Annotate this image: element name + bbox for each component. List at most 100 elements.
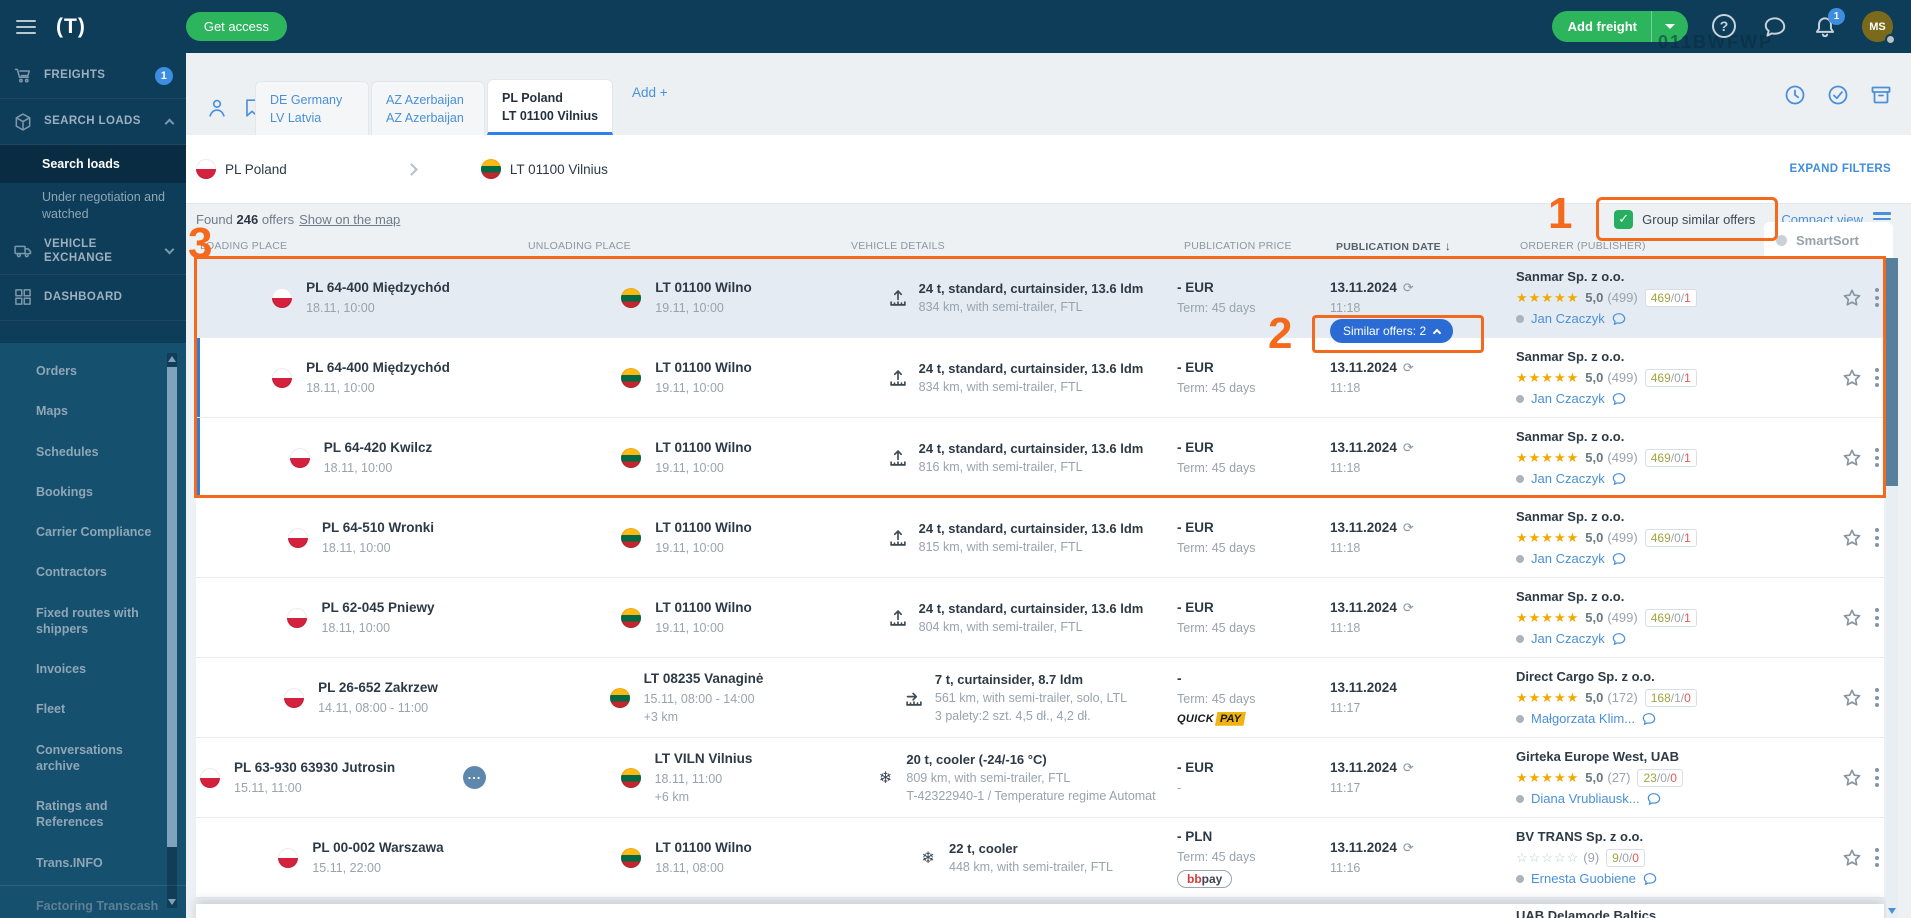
scroll-up-icon[interactable]: [168, 356, 176, 362]
button-divider: [1651, 11, 1652, 42]
checkbox-checked-icon[interactable]: ✓: [1614, 210, 1633, 229]
menu-icon[interactable]: [16, 16, 36, 38]
tab-de-germany[interactable]: DE GermanyLV Latvia: [255, 81, 369, 135]
offer-row[interactable]: PL 63-930 63930 Jutrosin15.11, 11:00...L…: [196, 738, 1884, 818]
table-scrollbar-thumb[interactable]: [1886, 258, 1898, 486]
favorite-star-icon[interactable]: [1841, 847, 1863, 869]
offer-row[interactable]: PL 64-420 Kwilcz18.11, 10:00LT 01100 Wil…: [196, 418, 1884, 498]
sidebar-section-freights[interactable]: FREIGHTS1: [0, 53, 186, 99]
offer-row[interactable]: PL 64-400 Międzychód18.11, 10:00LT 01100…: [196, 338, 1884, 418]
sidebar-item-invoices[interactable]: Invoices: [0, 649, 186, 689]
sidebar-item-bookings[interactable]: Bookings: [0, 472, 186, 512]
chevron-down-icon[interactable]: [1665, 24, 1675, 29]
sidebar-item-maps[interactable]: Maps: [0, 391, 186, 431]
publication-cell: 13.11.2024⟳11:18: [1330, 338, 1516, 417]
chat-icon[interactable]: [1611, 631, 1627, 647]
contact-link[interactable]: Diana Vrubliausk...: [1531, 791, 1640, 806]
check-circle-icon[interactable]: [1826, 83, 1850, 107]
add-tab-button[interactable]: Add +: [632, 85, 668, 100]
sidebar-item-schedules[interactable]: Schedules: [0, 432, 186, 472]
contact-link[interactable]: Jan Czaczyk: [1531, 311, 1605, 326]
publication-date: 13.11.2024⟳: [1330, 758, 1516, 778]
contact-link[interactable]: Ernesta Guobiene: [1531, 871, 1636, 886]
avatar[interactable]: MS: [1862, 11, 1893, 42]
sidebar-item-conversations-archive[interactable]: Conversations archive: [0, 730, 186, 787]
sidebar-section-vehicle-exchange[interactable]: VEHICLE EXCHANGE: [0, 229, 186, 275]
offer-row[interactable]: PL 62-045 Pniewy18.11, 10:00LT 01100 Wil…: [196, 578, 1884, 658]
sidebar-item-fixed-routes-with-shippers[interactable]: Fixed routes with shippers: [0, 593, 186, 650]
sidebar-scrollbar-thumb[interactable]: [167, 367, 177, 847]
contact-link[interactable]: Jan Czaczyk: [1531, 631, 1605, 646]
partial-offer-row[interactable]: UAB Delamode Baltics: [196, 904, 1884, 918]
smartsort-toggle[interactable]: SmartSort: [1764, 222, 1893, 258]
route-to[interactable]: LT 01100 Vilnius: [481, 159, 608, 179]
contact-link[interactable]: Małgorzata Klim...: [1531, 711, 1635, 726]
chat-icon[interactable]: [1646, 791, 1662, 807]
sidebar-item-factoring-transcash[interactable]: Factoring Transcash: [0, 886, 186, 918]
sidebar-item-contractors[interactable]: Contractors: [0, 552, 186, 592]
favorite-star-icon[interactable]: [1841, 527, 1863, 549]
contact-link[interactable]: Jan Czaczyk: [1531, 471, 1605, 486]
unloading-date: 19.11, 10:00: [655, 539, 751, 557]
sidebar-scrollbar[interactable]: [167, 353, 177, 908]
similar-offers-button[interactable]: Similar offers: 2: [1330, 319, 1453, 343]
sort-desc-icon[interactable]: ↓: [1445, 239, 1451, 253]
chat-icon[interactable]: [1642, 871, 1658, 887]
table-scrollbar[interactable]: [1886, 258, 1898, 918]
tab-pl-poland[interactable]: PL PolandLT 01100 Vilnius: [487, 79, 613, 135]
favorite-star-icon[interactable]: [1841, 367, 1863, 389]
sidebar-item-search-loads[interactable]: Search loads: [0, 145, 186, 183]
sidebar-item-orders[interactable]: Orders: [0, 351, 186, 391]
show-on-map-link[interactable]: Show on the map: [299, 212, 400, 227]
contact-link[interactable]: Jan Czaczyk: [1531, 551, 1605, 566]
expand-filters-link[interactable]: EXPAND FILTERS: [1789, 163, 1891, 175]
favorite-star-icon[interactable]: [1841, 287, 1863, 309]
messages-icon[interactable]: [1762, 14, 1788, 40]
publication-cell: 13.11.2024⟳11:16: [1330, 818, 1516, 897]
sidebar-item-ratings-and-references[interactable]: Ratings and References: [0, 786, 186, 843]
sidebar-section-search-loads[interactable]: SEARCH LOADS: [0, 99, 186, 145]
offer-row[interactable]: PL 64-400 Międzychód18.11, 10:00LT 01100…: [196, 258, 1884, 338]
favorite-star-icon[interactable]: [1841, 447, 1863, 469]
chat-icon[interactable]: [1611, 391, 1627, 407]
route-from[interactable]: PL Poland: [196, 159, 287, 179]
chat-icon[interactable]: [1611, 311, 1627, 327]
sidebar-item-trans-info[interactable]: Trans.INFO: [0, 843, 186, 883]
scroll-down-icon[interactable]: [168, 899, 176, 905]
favorite-star-icon[interactable]: [1841, 687, 1863, 709]
clock-icon[interactable]: [1783, 83, 1807, 107]
row-menu-icon[interactable]: [1875, 607, 1879, 629]
row-menu-icon[interactable]: [1875, 767, 1879, 789]
chat-icon[interactable]: [1641, 711, 1657, 727]
notifications-bell-icon[interactable]: 1: [1812, 14, 1838, 40]
chat-icon[interactable]: [1611, 471, 1627, 487]
row-menu-icon[interactable]: [1875, 847, 1879, 869]
sidebar-section-dashboard[interactable]: DASHBOARD: [0, 275, 186, 321]
more-options-icon[interactable]: ...: [463, 766, 486, 789]
group-similar-offers-checkbox[interactable]: ✓ Group similar offers: [1614, 210, 1755, 229]
row-menu-icon[interactable]: [1875, 447, 1879, 469]
get-access-button[interactable]: Get access: [186, 12, 287, 41]
sidebar-item-under-negotiation-and-watched[interactable]: Under negotiation and watched: [0, 183, 186, 229]
favorite-star-icon[interactable]: [1841, 767, 1863, 789]
favorite-star-icon[interactable]: [1841, 607, 1863, 629]
unloading-distance: +6 km: [655, 788, 753, 806]
person-icon[interactable]: [206, 97, 228, 119]
row-menu-icon[interactable]: [1875, 527, 1879, 549]
row-menu-icon[interactable]: [1875, 287, 1879, 309]
tab-az-azerbaijan[interactable]: AZ AzerbaijanAZ Azerbaijan: [371, 81, 485, 135]
offer-row[interactable]: PL 00-002 Warszawa15.11, 22:00LT 01100 W…: [196, 818, 1884, 898]
sidebar-item-carrier-compliance[interactable]: Carrier Compliance: [0, 512, 186, 552]
scroll-down-icon[interactable]: [1888, 908, 1896, 914]
chat-icon[interactable]: [1611, 551, 1627, 567]
offer-row[interactable]: PL 26-652 Zakrzew14.11, 08:00 - 11:00LT …: [196, 658, 1884, 738]
sidebar-item-fleet[interactable]: Fleet: [0, 689, 186, 729]
contact-link[interactable]: Jan Czaczyk: [1531, 391, 1605, 406]
help-icon[interactable]: ?: [1712, 14, 1738, 40]
row-menu-icon[interactable]: [1875, 367, 1879, 389]
offer-row[interactable]: PL 64-510 Wronki18.11, 10:00LT 01100 Wil…: [196, 498, 1884, 578]
row-menu-icon[interactable]: [1875, 687, 1879, 709]
star-empty-icons: ☆☆☆☆☆: [1516, 850, 1579, 866]
status-dot: [1516, 475, 1524, 483]
archive-icon[interactable]: [1869, 83, 1893, 107]
